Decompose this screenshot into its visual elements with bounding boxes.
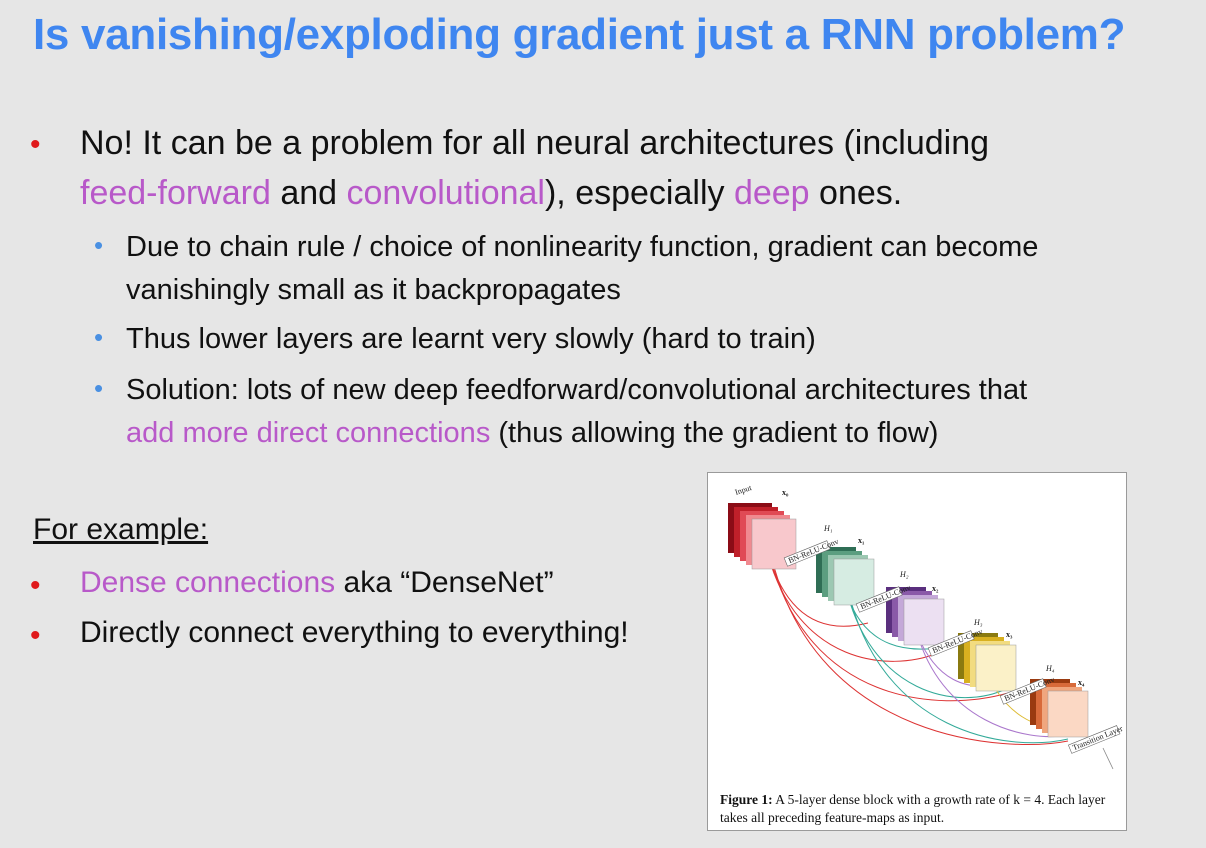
text-fragment: aka “DenseNet” [335, 566, 554, 599]
main-bullet-line2: feed-forward and convolutional), especia… [80, 168, 902, 218]
sub-bullet-1-line2: vanishingly small as it backpropagates [126, 274, 621, 306]
x1-label: x₁ [858, 536, 865, 545]
highlight-feed-forward: feed-forward [80, 174, 271, 212]
x3-label: x₃ [1006, 630, 1013, 639]
bullet-dot-icon: • [30, 569, 41, 602]
text-fragment: ), especially [544, 174, 734, 212]
x0-label: x₀ [782, 488, 789, 497]
text-fragment: ones. [809, 174, 903, 212]
densenet-diagram: BN-ReLU-Conv BN-ReLU-Conv BN-ReLU-Conv B… [728, 483, 1124, 770]
bullet-dot-icon: • [30, 619, 41, 652]
page-title: Is vanishing/exploding gradient just a R… [33, 10, 1126, 59]
block-x1 [816, 547, 875, 606]
sub-bullet-dot-icon: • [94, 373, 104, 403]
sub-bullet-1-line1: Due to chain rule / choice of nonlineari… [126, 231, 1039, 263]
bullet-dot-icon: • [30, 128, 41, 161]
caption-bold: Figure 1: [720, 792, 773, 807]
densenet-figure: BN-ReLU-Conv BN-ReLU-Conv BN-ReLU-Conv B… [707, 472, 1127, 831]
sub-bullet-dot-icon: • [94, 322, 104, 352]
highlight-dense-connections: Dense connections [80, 566, 336, 599]
highlight-deep: deep [733, 174, 810, 212]
main-bullet-line1: No! It can be a problem for all neural a… [80, 124, 990, 162]
highlight-direct-connections: add more direct connections [126, 417, 491, 449]
sub-bullet-dot-icon: • [94, 230, 104, 260]
x2-label: x₂ [932, 584, 939, 593]
text-fragment: and [270, 174, 347, 212]
h1-label: H₁ [823, 524, 833, 533]
sub-bullet-2: Thus lower layers are learnt very slowly… [126, 323, 816, 355]
h2-label: H₂ [899, 570, 909, 579]
x4-label: x₄ [1078, 678, 1085, 687]
example-2: Directly connect everything to everythin… [80, 616, 629, 649]
dense-connections [767, 552, 1069, 745]
figure-caption: Figure 1: A 5-layer dense block with a g… [720, 791, 1118, 827]
text-fragment: (thus allowing the gradient to flow) [490, 417, 939, 449]
for-example-heading: For example: [33, 513, 209, 546]
caption-text: A 5-layer dense block with a growth rate… [720, 792, 1106, 825]
sub-bullet-3-line2: add more direct connections (thus allowi… [126, 412, 938, 455]
h3-label: H₃ [973, 618, 983, 627]
sub-bullet-3-line1: Solution: lots of new deep feedforward/c… [126, 374, 1028, 406]
example-1: Dense connections aka “DenseNet” [80, 566, 554, 600]
highlight-convolutional: convolutional [346, 174, 545, 212]
input-label: Input [734, 483, 754, 497]
h4-label: H₄ [1045, 664, 1055, 673]
